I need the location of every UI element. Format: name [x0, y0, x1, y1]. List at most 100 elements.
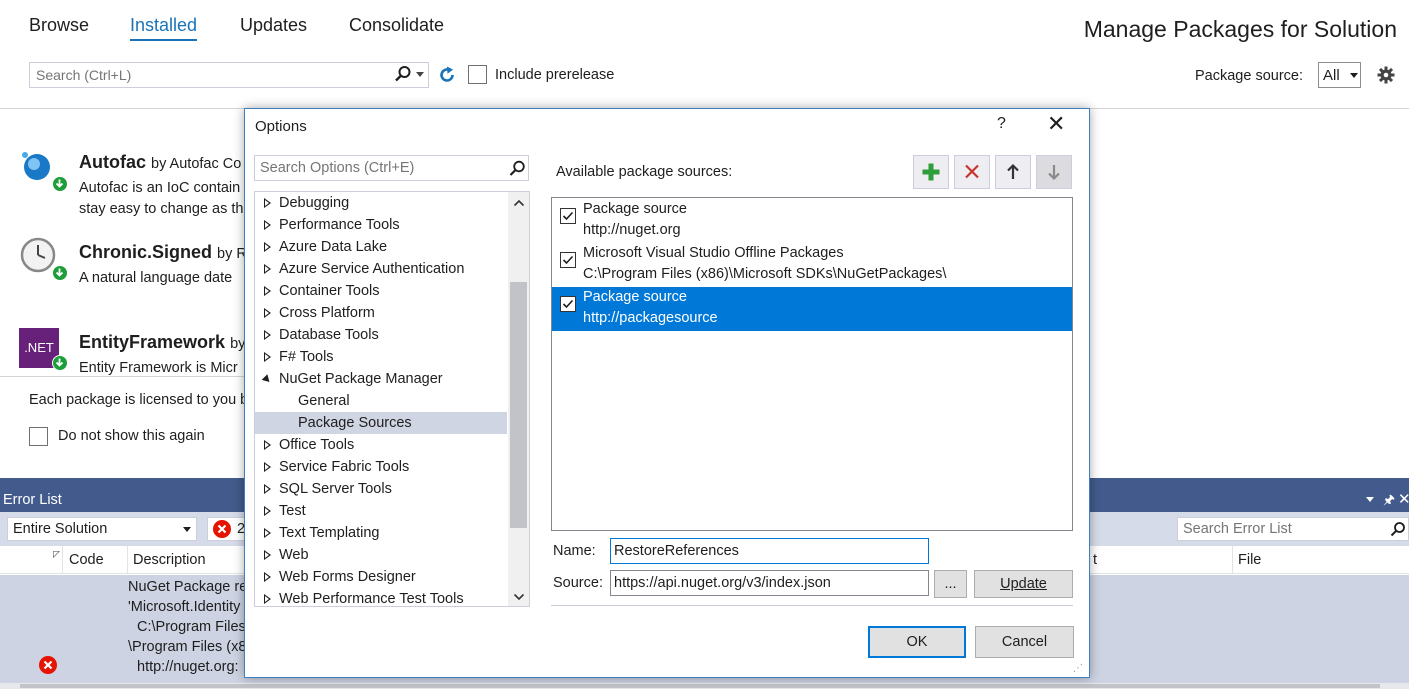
move-down-button[interactable] — [1036, 155, 1072, 189]
package-name[interactable]: Chronic.Signed by R — [79, 242, 247, 263]
expand-arrow-icon[interactable] — [264, 352, 271, 362]
panel-menu-icon[interactable] — [1366, 497, 1374, 502]
expand-arrow-icon[interactable] — [264, 308, 271, 318]
horizontal-scrollbar[interactable] — [0, 683, 1409, 689]
package-source-dropdown[interactable]: All — [1318, 62, 1361, 88]
tab-browse[interactable]: Browse — [29, 15, 89, 36]
source-url-field[interactable] — [610, 570, 929, 596]
close-icon[interactable]: ✕ — [1047, 113, 1065, 135]
expand-arrow-icon[interactable] — [264, 242, 271, 252]
tree-item[interactable]: Text Templating — [255, 522, 507, 544]
list-item[interactable]: Microsoft Visual Studio Offline Packages… — [552, 243, 1072, 287]
search-dropdown-arrow-icon[interactable] — [416, 72, 424, 77]
error-list-search[interactable] — [1177, 517, 1409, 541]
tree-scrollbar[interactable] — [508, 192, 529, 606]
tree-item[interactable]: Azure Service Authentication — [255, 258, 507, 280]
browse-button[interactable]: ... — [934, 570, 967, 598]
options-search-input[interactable] — [255, 156, 528, 180]
do-not-show-checkbox[interactable] — [29, 427, 48, 446]
tree-item[interactable]: NuGet Package Manager — [255, 368, 507, 390]
tree-item[interactable]: Container Tools — [255, 280, 507, 302]
tree-item[interactable]: Cross Platform — [255, 302, 507, 324]
expand-arrow-icon[interactable] — [264, 220, 271, 230]
move-up-button[interactable] — [995, 155, 1031, 189]
tree-item[interactable]: Service Fabric Tools — [255, 456, 507, 478]
gear-icon[interactable] — [1377, 66, 1395, 88]
tree-item[interactable]: Test — [255, 500, 507, 522]
expand-arrow-icon[interactable] — [264, 506, 271, 516]
expand-arrow-icon[interactable] — [264, 484, 271, 494]
tree-item[interactable]: Office Tools — [255, 434, 507, 456]
options-search[interactable] — [254, 155, 529, 181]
package-name[interactable]: EntityFramework by — [79, 332, 245, 353]
tree-item-label: Text Templating — [279, 525, 380, 541]
expand-arrow-icon[interactable] — [264, 594, 271, 604]
expand-arrow-icon[interactable] — [264, 528, 271, 538]
expand-arrow-icon[interactable] — [264, 572, 271, 582]
column-description[interactable]: Description — [133, 552, 206, 568]
tree-item[interactable]: F# Tools — [255, 346, 507, 368]
close-icon[interactable]: ✕ — [1398, 490, 1409, 508]
scope-value: Entire Solution — [13, 521, 108, 537]
tree-item[interactable]: Web Performance Test Tools — [255, 588, 507, 606]
ok-button[interactable]: OK — [868, 626, 966, 658]
source-enabled-checkbox[interactable] — [560, 252, 576, 268]
tree-item[interactable]: Database Tools — [255, 324, 507, 346]
include-prerelease-checkbox[interactable] — [468, 65, 487, 84]
source-enabled-checkbox[interactable] — [560, 208, 576, 224]
collapse-arrow-icon[interactable] — [261, 374, 273, 385]
package-sources-list[interactable]: Package source http://nuget.org Microsoft … — [551, 197, 1073, 531]
scroll-up-icon[interactable] — [513, 196, 525, 212]
tree-item[interactable]: SQL Server Tools — [255, 478, 507, 500]
expand-arrow-icon[interactable] — [264, 440, 271, 450]
list-item[interactable]: Package source http://nuget.org — [552, 199, 1072, 243]
expand-arrow-icon[interactable] — [264, 198, 271, 208]
expand-arrow-icon[interactable] — [264, 330, 271, 340]
column-project[interactable]: t — [1093, 552, 1097, 568]
add-source-button[interactable] — [913, 155, 949, 189]
errors-filter-button[interactable]: 2 — [207, 517, 247, 541]
tree-item[interactable]: Debugging — [255, 192, 507, 214]
tab-consolidate[interactable]: Consolidate — [349, 15, 444, 36]
source-name-field[interactable] — [610, 538, 929, 564]
expand-arrow-icon[interactable] — [264, 286, 271, 296]
expand-arrow-icon[interactable] — [264, 264, 271, 274]
tree-item[interactable]: Web — [255, 544, 507, 566]
tree-item[interactable]: Performance Tools — [255, 214, 507, 236]
tree-item[interactable]: Package Sources — [255, 412, 507, 434]
refresh-icon[interactable] — [437, 65, 457, 89]
tab-updates[interactable]: Updates — [240, 15, 307, 36]
source-enabled-checkbox[interactable] — [560, 296, 576, 312]
scrollbar-thumb[interactable] — [20, 684, 1380, 688]
remove-source-button[interactable] — [954, 155, 990, 189]
tree-item[interactable]: General — [255, 390, 507, 412]
package-search-input[interactable] — [30, 63, 428, 87]
package-name[interactable]: Autofac by Autofac Co — [79, 152, 241, 173]
expand-arrow-icon[interactable] — [264, 550, 271, 560]
package-search[interactable] — [29, 62, 429, 88]
source-name-input[interactable] — [611, 539, 928, 563]
options-tree[interactable]: Web Performance Test Tools Web Forms Desi… — [254, 191, 530, 607]
checkmark-icon — [562, 255, 574, 265]
expand-arrow-icon[interactable] — [264, 462, 271, 472]
search-icon[interactable] — [394, 65, 412, 87]
error-list-search-input[interactable] — [1178, 518, 1378, 540]
cancel-button[interactable]: Cancel — [975, 626, 1074, 658]
column-file[interactable]: File — [1238, 552, 1261, 568]
scrollbar-thumb[interactable] — [510, 282, 527, 528]
pin-icon[interactable]: 🖈 — [1383, 491, 1395, 513]
source-url-input[interactable] — [611, 571, 928, 595]
tree-item[interactable]: Azure Data Lake — [255, 236, 507, 258]
resize-grip-icon[interactable]: ⋰ — [1073, 663, 1083, 674]
tab-installed[interactable]: Installed — [130, 15, 198, 41]
column-code[interactable]: Code — [69, 552, 104, 568]
tree-item[interactable]: Web Forms Designer — [255, 566, 507, 588]
update-button[interactable]: Update — [974, 570, 1073, 598]
scroll-down-icon[interactable] — [513, 590, 525, 606]
name-label: Name: — [553, 543, 596, 559]
search-icon[interactable] — [1390, 521, 1406, 541]
list-item[interactable]: Package source http://packagesource — [552, 287, 1072, 331]
search-icon[interactable] — [509, 160, 526, 181]
help-button[interactable]: ? — [997, 115, 1006, 133]
scope-dropdown[interactable]: Entire Solution — [7, 517, 197, 541]
